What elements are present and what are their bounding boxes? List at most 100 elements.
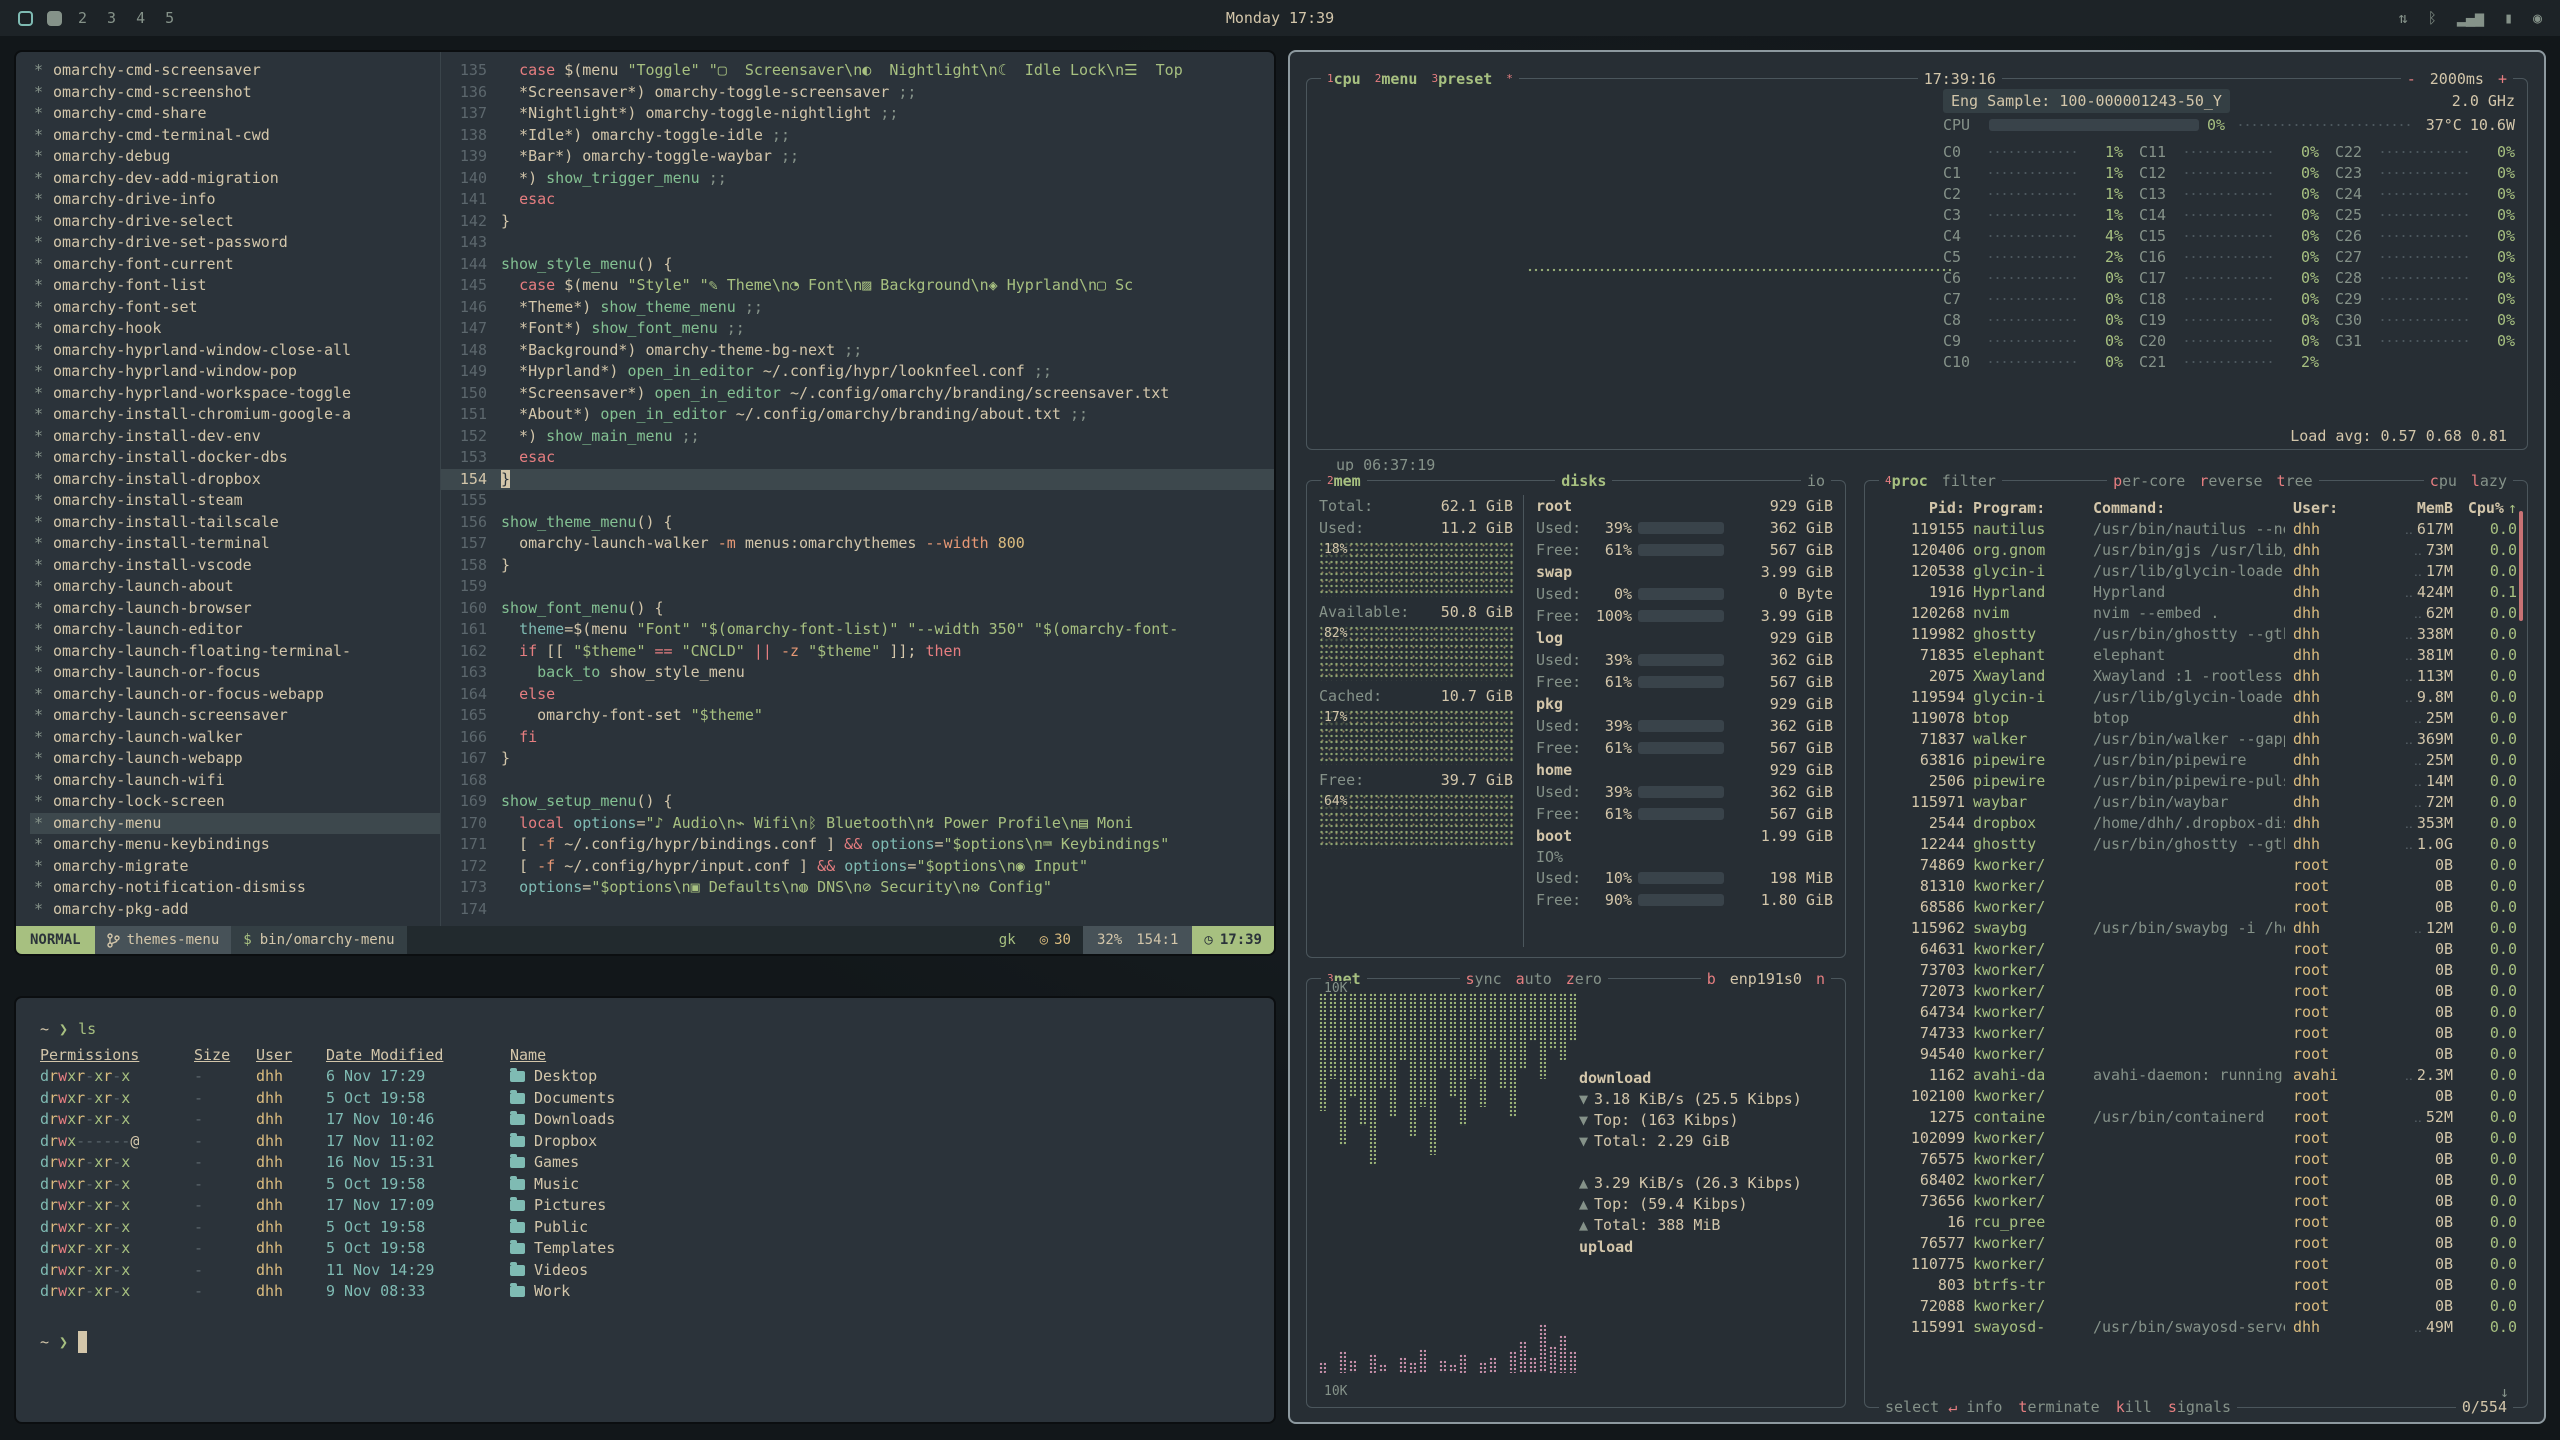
file-item[interactable]: *omarchy-font-list (30, 275, 440, 297)
proc-row[interactable]: 12244ghostty/usr/bin/ghostty --gtk-dhh‥1… (1877, 834, 2517, 855)
file-item[interactable]: *omarchy-cmd-screenshot (30, 82, 440, 104)
proc-row[interactable]: 115971waybar/usr/bin/waybardhh‥72M0.0 (1877, 792, 2517, 813)
btop-tab-cpu[interactable]: 1cpu (1327, 69, 1361, 89)
file-item[interactable]: *omarchy-menu (30, 813, 440, 835)
file-item[interactable]: *omarchy-install-docker-dbs (30, 447, 440, 469)
file-item[interactable]: *omarchy-launch-or-focus (30, 662, 440, 684)
proc-row[interactable]: 119078btopbtopdhh‥25M0.0 (1877, 708, 2517, 729)
file-item[interactable]: *omarchy-notification-dismiss (30, 877, 440, 899)
file-item[interactable]: *omarchy-hyprland-window-close-all (30, 340, 440, 362)
bluetooth-icon[interactable]: ᛒ (2428, 9, 2437, 27)
proc-row[interactable]: 2544dropbox/home/dhh/.dropbox-distdhh‥35… (1877, 813, 2517, 834)
proc-row[interactable]: 1275containe/usr/bin/containerdroot‥52M0… (1877, 1107, 2517, 1128)
proc-header-program[interactable]: Program: (1973, 497, 2085, 519)
code-line[interactable]: 166 fi (441, 727, 1274, 749)
file-explorer[interactable]: *omarchy-cmd-screensaver*omarchy-cmd-scr… (16, 52, 441, 926)
proc-row[interactable]: 72073kworker/root0B0.0 (1877, 981, 2517, 1002)
code-line[interactable]: 158} (441, 555, 1274, 577)
proc-header-pid[interactable]: Pid: (1877, 497, 1965, 519)
code-line[interactable]: 157 omarchy-launch-walker -m menus:omarc… (441, 533, 1274, 555)
net-button-auto[interactable]: auto (1516, 969, 1552, 989)
btop-tab-preset[interactable]: 3preset (1431, 69, 1492, 89)
io-toggle[interactable]: io (1807, 471, 1825, 491)
proc-row[interactable]: 64631kworker/root0B0.0 (1877, 939, 2517, 960)
code-line[interactable]: 150 *Screensaver*) open_in_editor ~/.con… (441, 383, 1274, 405)
workspace-app-icon[interactable] (47, 11, 62, 26)
code-line[interactable]: 168 (441, 770, 1274, 792)
proc-row[interactable]: 72088kworker/root0B0.0 (1877, 1296, 2517, 1317)
file-item[interactable]: *omarchy-install-vscode (30, 555, 440, 577)
code-line[interactable]: 161 theme=$(menu "Font" "$(omarchy-font-… (441, 619, 1274, 641)
mem-title[interactable]: mem (1334, 472, 1361, 490)
code-line[interactable]: 170 local options="♪ Audio\n⌁ Wifi\nᛒ Bl… (441, 813, 1274, 835)
proc-row[interactable]: 1916HyprlandHyprlanddhh‥424M0.1 (1877, 582, 2517, 603)
proc-scrollbar[interactable] (2519, 511, 2523, 621)
file-item[interactable]: *omarchy-install-tailscale (30, 512, 440, 534)
btop-tab-menu[interactable]: 2menu (1375, 69, 1418, 89)
proc-row[interactable]: 2075XwaylandXwayland :1 -rootless -dhh‥1… (1877, 666, 2517, 687)
file-item[interactable]: *omarchy-font-current (30, 254, 440, 276)
proc-row[interactable]: 64734kworker/root0B0.0 (1877, 1002, 2517, 1023)
file-item[interactable]: *omarchy-launch-walker (30, 727, 440, 749)
proc-row[interactable]: 803btrfs-trroot0B0.0 (1877, 1275, 2517, 1296)
code-line[interactable]: 142} (441, 211, 1274, 233)
file-item[interactable]: *omarchy-hyprland-window-pop (30, 361, 440, 383)
workspace-5[interactable]: 5 (163, 9, 176, 27)
proc-action-ill[interactable]: kill (2116, 1397, 2152, 1417)
code-line[interactable]: 144show_style_menu() { (441, 254, 1274, 276)
proc-row[interactable]: 102100kworker/root0B0.0 (1877, 1086, 2517, 1107)
proc-row[interactable]: 76577kworker/root0B0.0 (1877, 1233, 2517, 1254)
file-item[interactable]: *omarchy-install-terminal (30, 533, 440, 555)
battery-icon[interactable]: ▮ (2504, 9, 2513, 27)
power-icon[interactable]: ◉ (2533, 9, 2542, 27)
code-line[interactable]: 152 *) show_main_menu ;; (441, 426, 1274, 448)
net-button-sync[interactable]: sync (1466, 969, 1502, 989)
net-interface[interactable]: b enp191s0 n (1701, 969, 1831, 989)
code-line[interactable]: 146 *Theme*) show_theme_menu ;; (441, 297, 1274, 319)
code-line[interactable]: 164 else (441, 684, 1274, 706)
net-button-zero[interactable]: zero (1566, 969, 1602, 989)
proc-row[interactable]: 120406org.gnom/usr/bin/gjs /usr/lib/odhh… (1877, 540, 2517, 561)
file-item[interactable]: *omarchy-hook (30, 318, 440, 340)
code-line[interactable]: 156show_theme_menu() { (441, 512, 1274, 534)
code-line[interactable]: 167} (441, 748, 1274, 770)
file-item[interactable]: *omarchy-menu-keybindings (30, 834, 440, 856)
proc-row[interactable]: 115962swaybg/usr/bin/swaybg -i /homdhh‥1… (1877, 918, 2517, 939)
file-item[interactable]: *omarchy-install-dev-env (30, 426, 440, 448)
file-item[interactable]: *omarchy-pkg-add (30, 899, 440, 921)
proc-row[interactable]: 71835elephantelephantdhh‥381M0.0 (1877, 645, 2517, 666)
proc-row[interactable]: 115991swayosd-/usr/bin/swayosd-serverdhh… (1877, 1317, 2517, 1338)
file-item[interactable]: *omarchy-migrate (30, 856, 440, 878)
workspace-4[interactable]: 4 (134, 9, 147, 27)
proc-row[interactable]: 63816pipewire/usr/bin/pipewiredhh‥25M0.0 (1877, 750, 2517, 771)
code-line[interactable]: 165 omarchy-font-set "$theme" (441, 705, 1274, 727)
file-item[interactable]: *omarchy-launch-screensaver (30, 705, 440, 727)
proc-row[interactable]: 119982ghostty/usr/bin/ghostty --gtk-dhh‥… (1877, 624, 2517, 645)
code-line[interactable]: 173 options="$options\n▣ Defaults\n◍ DNS… (441, 877, 1274, 899)
file-item[interactable]: *omarchy-launch-browser (30, 598, 440, 620)
code-line[interactable]: 138 *Idle*) omarchy-toggle-idle ;; (441, 125, 1274, 147)
code-line[interactable]: 140 *) show_trigger_menu ;; (441, 168, 1274, 190)
proc-row[interactable]: 74869kworker/root0B0.0 (1877, 855, 2517, 876)
proc-row[interactable]: 81310kworker/root0B0.0 (1877, 876, 2517, 897)
proc-action-ignals[interactable]: signals (2168, 1397, 2231, 1417)
file-item[interactable]: *omarchy-font-set (30, 297, 440, 319)
file-item[interactable]: *omarchy-cmd-share (30, 103, 440, 125)
proc-title[interactable]: proc (1892, 472, 1928, 490)
proc-row[interactable]: 73656kworker/root0B0.0 (1877, 1191, 2517, 1212)
code-line[interactable]: 174 (441, 899, 1274, 921)
proc-row[interactable]: 1162avahi-daavahi-daemon: running [avahi… (1877, 1065, 2517, 1086)
proc-action-erminate[interactable]: terminate (2018, 1397, 2099, 1417)
code-line[interactable]: 153 esac (441, 447, 1274, 469)
proc-row[interactable]: 68402kworker/root0B0.0 (1877, 1170, 2517, 1191)
file-item[interactable]: *omarchy-lock-screen (30, 791, 440, 813)
proc-column-headers[interactable]: Pid:Program:Command:User:MemBCpu%↑ (1877, 497, 2517, 519)
proc-header-memb[interactable]: MemB (2367, 497, 2453, 519)
file-item[interactable]: *omarchy-debug (30, 146, 440, 168)
proc-mode-cpu[interactable]: cpu (2430, 471, 2457, 491)
code-line[interactable]: 147 *Font*) show_font_menu ;; (441, 318, 1274, 340)
file-item[interactable]: *omarchy-cmd-terminal-cwd (30, 125, 440, 147)
filter-button[interactable]: filter (1942, 471, 1996, 491)
proc-row[interactable]: 16rcu_preeroot0B0.0 (1877, 1212, 2517, 1233)
code-line[interactable]: 155 (441, 490, 1274, 512)
